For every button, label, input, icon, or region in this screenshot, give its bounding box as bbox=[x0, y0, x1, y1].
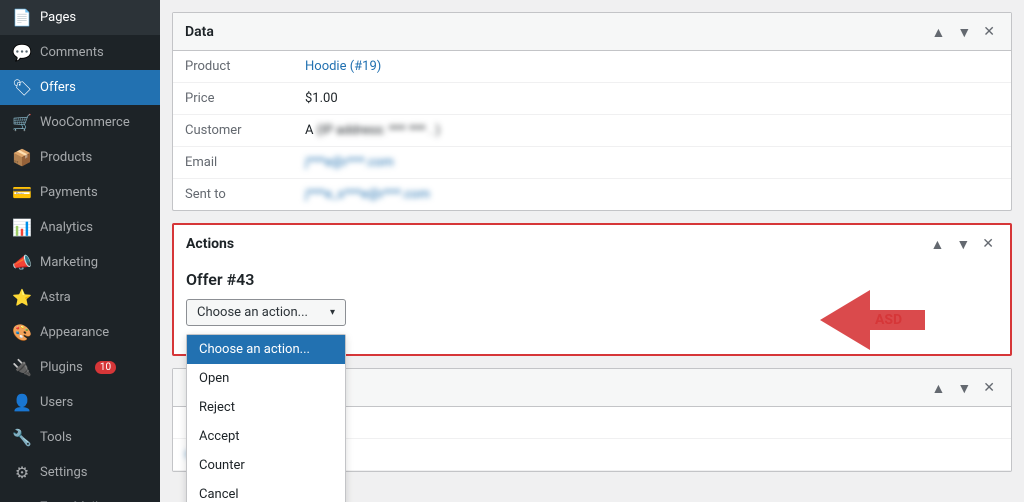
action-dropdown-trigger[interactable]: Choose an action... ▾ bbox=[186, 299, 346, 326]
customer-label: Customer bbox=[173, 115, 293, 147]
sidebar-item-plugins[interactable]: 🔌 Plugins 10 bbox=[0, 350, 160, 385]
sidebar-item-pages[interactable]: 📄 Pages bbox=[0, 0, 160, 35]
sent-to-blurred: j***e_s***e@r***.com bbox=[305, 187, 430, 202]
woocommerce-icon: 🛒 bbox=[12, 113, 32, 132]
sidebar-item-label: Offers bbox=[40, 80, 76, 95]
data-card-collapse-up-button[interactable]: ▲ bbox=[928, 21, 950, 42]
email-value: j***e@r***.com bbox=[293, 147, 1011, 179]
products-icon: 📦 bbox=[12, 148, 32, 167]
tools-icon: 🔧 bbox=[12, 428, 32, 447]
marketing-icon: 📣 bbox=[12, 253, 32, 272]
customer-blurred: (IP address: *** *** . ) bbox=[317, 123, 440, 138]
sidebar-item-label: Marketing bbox=[40, 255, 98, 270]
table-row: Product Hoodie (#19) bbox=[173, 51, 1011, 83]
plugins-icon: 🔌 bbox=[12, 358, 32, 377]
email-blurred: j***e@r***.com bbox=[305, 155, 394, 170]
actions-card-title: Actions bbox=[186, 236, 234, 252]
bottom-card-down-button[interactable]: ▼ bbox=[953, 377, 975, 398]
payments-icon: 💳 bbox=[12, 183, 32, 202]
appearance-icon: 🎨 bbox=[12, 323, 32, 342]
table-row: Email j***e@r***.com bbox=[173, 147, 1011, 179]
users-icon: 👤 bbox=[12, 393, 32, 412]
sidebar-item-tools[interactable]: 🔧 Tools bbox=[0, 420, 160, 455]
dropdown-item-open[interactable]: Open bbox=[187, 364, 345, 393]
main-content: Data ▲ ▼ ✕ Product Hoodie (#19) Price $1… bbox=[160, 0, 1024, 502]
sidebar-item-settings[interactable]: ⚙ Settings bbox=[0, 455, 160, 490]
dropdown-item-accept[interactable]: Accept bbox=[187, 422, 345, 451]
dropdown-selected-label: Choose an action... bbox=[197, 305, 308, 320]
product-link[interactable]: Hoodie (#19) bbox=[305, 59, 381, 74]
sidebar-item-analytics[interactable]: 📊 Analytics bbox=[0, 210, 160, 245]
sidebar-item-label: Payments bbox=[40, 185, 98, 200]
bottom-card-controls: ▲ ▼ ✕ bbox=[928, 377, 999, 398]
actions-card-header: Actions ▲ ▼ ✕ bbox=[174, 225, 1010, 262]
actions-collapse-up-button[interactable]: ▲ bbox=[927, 233, 949, 254]
sidebar-item-products[interactable]: 📦 Products bbox=[0, 140, 160, 175]
table-row: Customer A (IP address: *** *** . ) bbox=[173, 115, 1011, 147]
sidebar-item-label: Plugins bbox=[40, 360, 83, 375]
sent-to-value: j***e_s***e@r***.com bbox=[293, 179, 1011, 211]
bottom-card-up-button[interactable]: ▲ bbox=[928, 377, 950, 398]
email-label: Email bbox=[173, 147, 293, 179]
sidebar-item-astra[interactable]: ⭐ Astra bbox=[0, 280, 160, 315]
dropdown-item-cancel[interactable]: Cancel bbox=[187, 480, 345, 502]
data-table: Product Hoodie (#19) Price $1.00 Custome… bbox=[173, 51, 1011, 210]
actions-collapse-down-button[interactable]: ▼ bbox=[952, 233, 974, 254]
table-row: Price $1.00 bbox=[173, 83, 1011, 115]
dropdown-item-choose[interactable]: Choose an action... bbox=[187, 335, 345, 364]
astra-icon: ⭐ bbox=[12, 288, 32, 307]
zeptomail-icon: ✉ bbox=[12, 498, 32, 502]
action-dropdown-menu: Choose an action... Open Reject Accept C… bbox=[186, 334, 346, 502]
plugins-badge: 10 bbox=[95, 361, 116, 374]
bottom-card-close-button[interactable]: ✕ bbox=[979, 377, 999, 398]
sidebar-item-users[interactable]: 👤 Users bbox=[0, 385, 160, 420]
dropdown-item-reject[interactable]: Reject bbox=[187, 393, 345, 422]
sidebar-item-label: WooCommerce bbox=[40, 115, 130, 130]
customer-value: A (IP address: *** *** . ) bbox=[293, 115, 1011, 147]
actions-card: Actions ▲ ▼ ✕ Offer #43 Choose an action… bbox=[172, 223, 1012, 356]
sidebar-item-woocommerce[interactable]: 🛒 WooCommerce bbox=[0, 105, 160, 140]
table-row: Sent to j***e_s***e@r***.com bbox=[173, 179, 1011, 211]
data-card-close-button[interactable]: ✕ bbox=[979, 21, 999, 42]
product-value: Hoodie (#19) bbox=[293, 51, 1011, 83]
settings-icon: ⚙ bbox=[12, 463, 32, 482]
sidebar-item-label: Astra bbox=[40, 290, 71, 305]
sent-to-label: Sent to bbox=[173, 179, 293, 211]
product-label: Product bbox=[173, 51, 293, 83]
sidebar-item-label: Users bbox=[40, 395, 73, 410]
offers-icon: 🏷 bbox=[12, 78, 32, 97]
sidebar-item-zeptomail[interactable]: ✉ ZeptoMail bbox=[0, 490, 160, 502]
action-dropdown-container: Choose an action... ▾ Choose an action..… bbox=[174, 295, 358, 334]
offer-title: Offer #43 bbox=[174, 262, 1010, 295]
data-card-controls: ▲ ▼ ✕ bbox=[928, 21, 999, 42]
analytics-icon: 📊 bbox=[12, 218, 32, 237]
sidebar-item-label: Products bbox=[40, 150, 92, 165]
sidebar-item-label: Appearance bbox=[40, 325, 109, 340]
data-card-collapse-down-button[interactable]: ▼ bbox=[953, 21, 975, 42]
sidebar-item-payments[interactable]: 💳 Payments bbox=[0, 175, 160, 210]
sidebar-item-label: Pages bbox=[40, 10, 76, 25]
chevron-down-icon: ▾ bbox=[330, 307, 335, 318]
sidebar-item-marketing[interactable]: 📣 Marketing bbox=[0, 245, 160, 280]
price-value: $1.00 bbox=[293, 83, 1011, 115]
svg-text:ASD: ASD bbox=[875, 312, 902, 328]
data-card: Data ▲ ▼ ✕ Product Hoodie (#19) Price $1… bbox=[172, 12, 1012, 211]
sidebar-item-offers[interactable]: 🏷 Offers bbox=[0, 70, 160, 105]
sidebar-item-label: Settings bbox=[40, 465, 87, 480]
data-card-title: Data bbox=[185, 24, 214, 40]
sidebar-item-comments[interactable]: 💬 Comments bbox=[0, 35, 160, 70]
sidebar-item-label: Tools bbox=[40, 430, 72, 445]
dropdown-item-counter[interactable]: Counter bbox=[187, 451, 345, 480]
actions-close-button[interactable]: ✕ bbox=[978, 233, 998, 254]
comments-icon: 💬 bbox=[12, 43, 32, 62]
pages-icon: 📄 bbox=[12, 8, 32, 27]
sidebar-item-label: Analytics bbox=[40, 220, 93, 235]
sidebar-item-appearance[interactable]: 🎨 Appearance bbox=[0, 315, 160, 350]
price-label: Price bbox=[173, 83, 293, 115]
actions-card-controls: ▲ ▼ ✕ bbox=[927, 233, 998, 254]
data-card-header: Data ▲ ▼ ✕ bbox=[173, 13, 1011, 51]
sidebar-item-label: Comments bbox=[40, 45, 104, 60]
sidebar: 📄 Pages 💬 Comments 🏷 Offers 🛒 WooCommerc… bbox=[0, 0, 160, 502]
